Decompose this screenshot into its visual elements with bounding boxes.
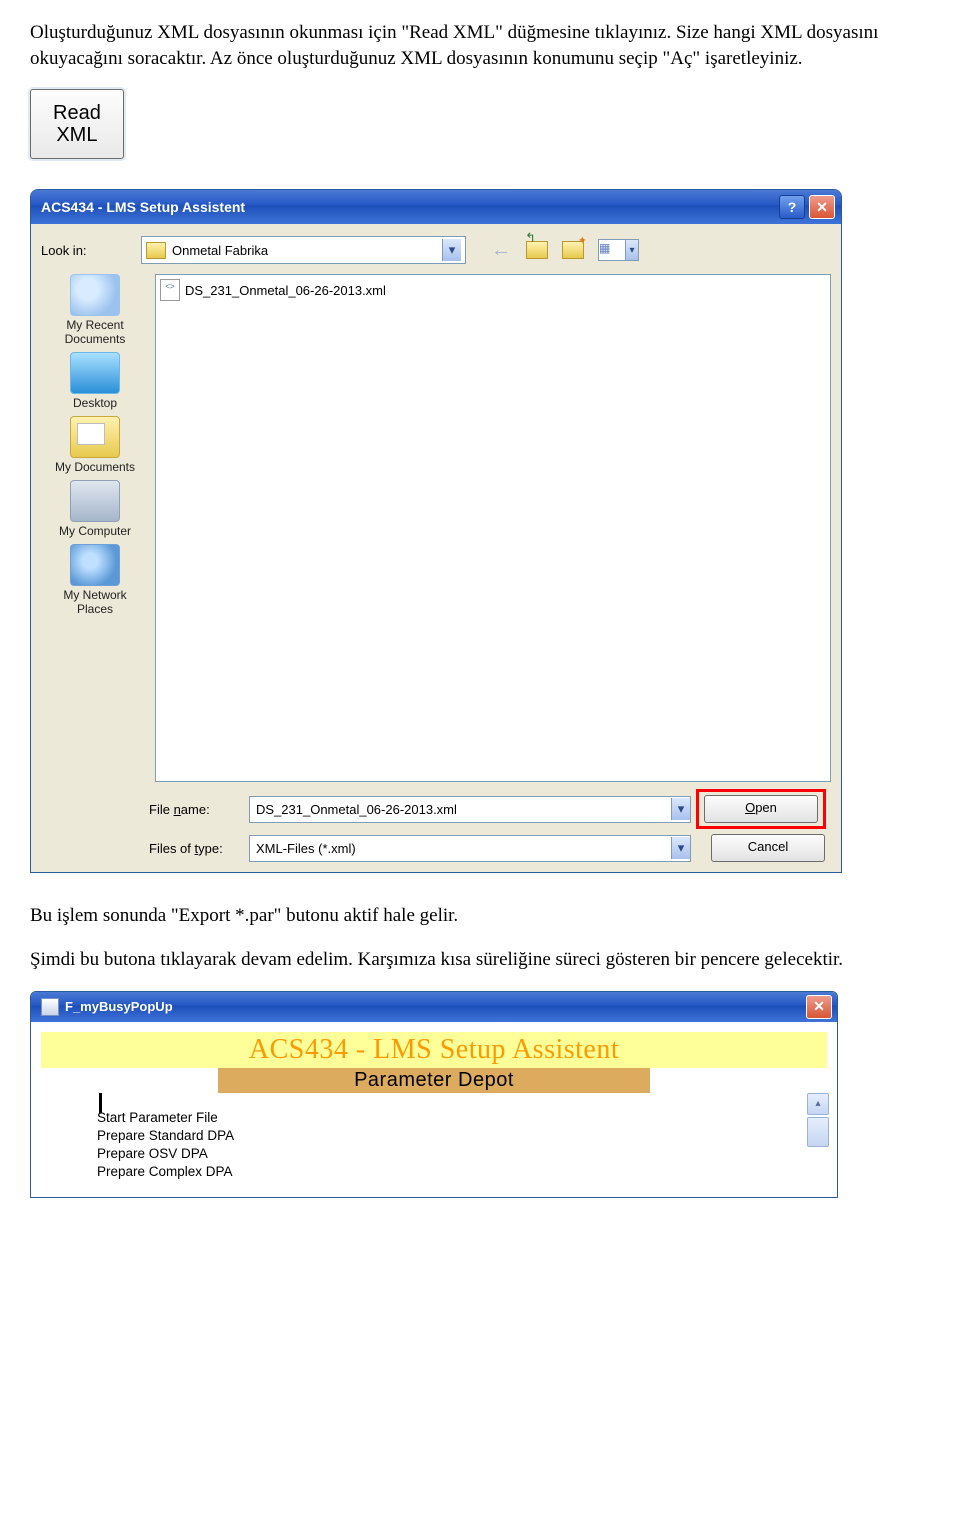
chevron-down-icon[interactable]: ▾ (671, 798, 690, 820)
file-list-pane[interactable]: DS_231_Onmetal_06-26-2013.xml (155, 274, 831, 782)
place-network[interactable]: My Network Places (50, 544, 140, 616)
open-file-dialog: ACS434 - LMS Setup Assistent ? ✕ Look in… (30, 189, 842, 873)
place-documents-label: My Documents (50, 460, 140, 474)
lookin-combo[interactable]: Onmetal Fabrika ▾ (141, 236, 466, 264)
filetype-combo[interactable]: XML-Files (*.xml) ▾ (249, 835, 691, 862)
file-item[interactable]: DS_231_Onmetal_06-26-2013.xml (160, 279, 826, 301)
busy-popup-window: F_myBusyPopUp ✕ ACS434 - LMS Setup Assis… (30, 991, 838, 1199)
xml-file-icon (160, 279, 180, 301)
filename-value: DS_231_Onmetal_06-26-2013.xml (256, 802, 671, 817)
read-xml-line2: XML (53, 124, 101, 146)
place-desktop-label: Desktop (50, 396, 140, 410)
dialog-title: ACS434 - LMS Setup Assistent (41, 199, 245, 215)
read-xml-line1: Read (53, 102, 101, 124)
place-computer-label: My Computer (50, 524, 140, 538)
place-network-label: My Network Places (50, 588, 140, 616)
log-line: Start Parameter File (97, 1109, 807, 1127)
app-icon (41, 998, 59, 1016)
chevron-down-icon[interactable]: ▾ (671, 837, 690, 859)
lookin-value: Onmetal Fabrika (172, 243, 442, 258)
recent-icon (70, 274, 120, 316)
log-line: Prepare Standard DPA (97, 1127, 807, 1145)
close-button[interactable]: ✕ (809, 195, 835, 219)
help-button[interactable]: ? (779, 195, 805, 219)
place-recent-label: My Recent Documents (50, 318, 140, 346)
filename-label: File name: (149, 802, 249, 817)
open-button[interactable]: Open (704, 795, 818, 823)
up-one-level-icon[interactable] (526, 239, 548, 261)
back-icon[interactable]: ← (490, 239, 512, 261)
file-item-name: DS_231_Onmetal_06-26-2013.xml (185, 283, 386, 298)
place-documents[interactable]: My Documents (50, 416, 140, 474)
cancel-button[interactable]: Cancel (711, 834, 825, 862)
busy-banner-title: ACS434 - LMS Setup Assistent (41, 1032, 827, 1068)
place-computer[interactable]: My Computer (50, 480, 140, 538)
busy-log: Start Parameter File Prepare Standard DP… (97, 1109, 807, 1182)
new-folder-icon[interactable] (562, 239, 584, 261)
filetype-value: XML-Files (*.xml) (256, 841, 671, 856)
busy-title-text: F_myBusyPopUp (65, 999, 173, 1014)
place-recent[interactable]: My Recent Documents (50, 274, 140, 346)
read-xml-screenshot: Read XML (30, 89, 930, 159)
busy-banner-subtitle: Parameter Depot (218, 1068, 650, 1093)
filetype-label: Files of type: (149, 841, 249, 856)
computer-icon (70, 480, 120, 522)
chevron-down-icon[interactable]: ▾ (442, 239, 461, 261)
log-line: Prepare Complex DPA (97, 1163, 807, 1181)
scrollbar[interactable]: ▴ (807, 1093, 827, 1182)
folder-icon (146, 242, 166, 259)
lookin-label: Look in: (41, 243, 131, 258)
filename-combo[interactable]: DS_231_Onmetal_06-26-2013.xml ▾ (249, 796, 691, 823)
place-desktop[interactable]: Desktop (50, 352, 140, 410)
intro-paragraph: Oluşturduğunuz XML dosyasının okunması i… (30, 20, 930, 71)
network-icon (70, 544, 120, 586)
documents-icon (70, 416, 120, 458)
mid-paragraph-2: Şimdi bu butona tıklayarak devam edelim.… (30, 947, 930, 973)
places-bar: My Recent Documents Desktop My Documents… (41, 274, 149, 782)
scroll-thumb[interactable] (807, 1117, 829, 1147)
view-menu-icon[interactable]: ▾ (598, 239, 639, 261)
read-xml-button[interactable]: Read XML (30, 89, 124, 159)
dialog-titlebar: ACS434 - LMS Setup Assistent ? ✕ (31, 190, 841, 224)
mid-paragraph-1: Bu işlem sonunda "Export *.par" butonu a… (30, 903, 930, 929)
open-button-highlight: Open (699, 792, 823, 826)
log-line: Prepare OSV DPA (97, 1145, 807, 1163)
desktop-icon (70, 352, 120, 394)
busy-titlebar: F_myBusyPopUp ✕ (31, 992, 837, 1022)
scroll-up-icon[interactable]: ▴ (807, 1093, 829, 1115)
close-button[interactable]: ✕ (806, 995, 832, 1019)
